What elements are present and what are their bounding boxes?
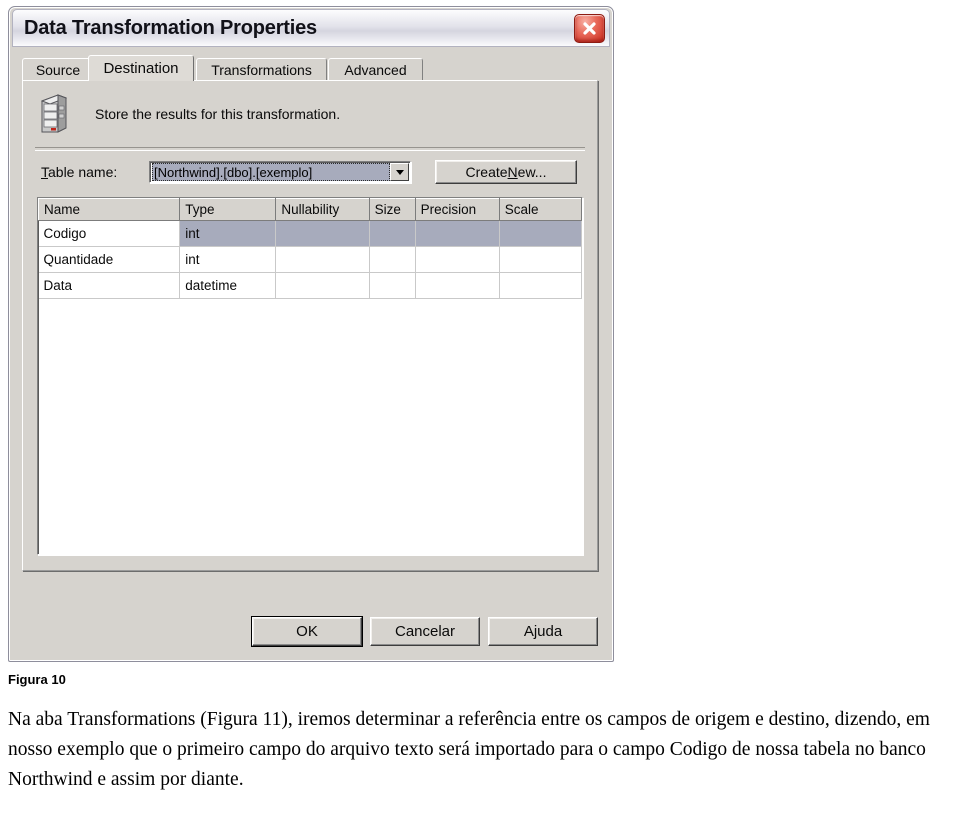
cell-nullability[interactable]	[275, 272, 370, 299]
tab-advanced-label: Advanced	[344, 61, 407, 78]
cancel-button[interactable]: Cancelar	[370, 617, 480, 646]
figure-caption: Figura 10	[8, 672, 66, 687]
column-header-size[interactable]: Size	[368, 198, 416, 221]
destination-description: Store the results for this transformatio…	[95, 106, 341, 122]
cell-precision[interactable]	[415, 246, 500, 273]
cell-type[interactable]: int	[179, 246, 277, 273]
help-button-label: Ajuda	[523, 623, 563, 640]
table-row[interactable]: Data datetime	[38, 272, 582, 299]
tab-source-label: Source	[35, 61, 81, 78]
cell-type[interactable]: int	[179, 220, 277, 247]
columns-table: Name Type Nullability Size Precision Sca…	[38, 198, 582, 299]
cell-size[interactable]	[369, 220, 416, 247]
table-name-label-accel: T	[41, 164, 48, 180]
tab-destination[interactable]: Destination	[88, 55, 194, 81]
help-button[interactable]: Ajuda	[488, 617, 598, 646]
tab-transformations[interactable]: Transformations	[196, 58, 327, 80]
ok-button-label: OK	[296, 623, 318, 640]
column-header-scale[interactable]: Scale	[498, 198, 582, 221]
columns-grid[interactable]: Name Type Nullability Size Precision Sca…	[37, 197, 583, 555]
cell-scale[interactable]	[499, 272, 582, 299]
chevron-down-icon[interactable]	[390, 163, 409, 181]
table-name-row: Table name: [Northwind].[dbo].[exemplo] …	[23, 151, 597, 193]
close-icon[interactable]	[574, 14, 605, 43]
table-name-label: Table name:	[41, 164, 149, 180]
server-icon	[40, 94, 68, 134]
body-paragraph: Na aba Transformations (Figura 11), irem…	[8, 709, 930, 790]
column-header-type[interactable]: Type	[179, 198, 277, 221]
cell-name[interactable]: Codigo	[38, 220, 181, 247]
cell-size[interactable]	[369, 272, 416, 299]
cell-nullability[interactable]	[275, 220, 370, 247]
grid-header-row: Name Type Nullability Size Precision Sca…	[38, 198, 582, 221]
column-header-name[interactable]: Name	[38, 198, 181, 221]
table-row[interactable]: Quantidade int	[38, 246, 582, 273]
cell-name[interactable]: Quantidade	[38, 246, 181, 273]
column-header-precision[interactable]: Precision	[414, 198, 500, 221]
cell-scale[interactable]	[499, 220, 582, 247]
cell-nullability[interactable]	[275, 246, 370, 273]
chevron-down-glyph	[395, 169, 404, 175]
dialog-titlebar[interactable]: Data Transformation Properties	[12, 9, 610, 47]
cell-size[interactable]	[369, 246, 416, 273]
dialog-window-frame: Data Transformation Properties Source De…	[8, 6, 614, 662]
cell-type[interactable]: datetime	[179, 272, 277, 299]
column-header-nullability[interactable]: Nullability	[275, 198, 370, 221]
create-new-suffix: ew...	[517, 164, 547, 180]
tab-transformations-label: Transformations	[211, 61, 312, 78]
tab-source[interactable]: Source	[22, 58, 94, 80]
description-row: Store the results for this transformatio…	[23, 81, 597, 147]
create-new-prefix: Create	[465, 164, 508, 180]
cancel-button-label: Cancelar	[394, 623, 456, 640]
dialog-title: Data Transformation Properties	[24, 16, 317, 39]
create-new-accel: N	[507, 164, 518, 180]
table-name-value[interactable]: [Northwind].[dbo].[exemplo]	[152, 163, 390, 181]
create-new-button[interactable]: Create New...	[435, 160, 577, 184]
tab-advanced[interactable]: Advanced	[328, 58, 423, 80]
destination-tab-page: Store the results for this transformatio…	[22, 80, 598, 571]
document-text-area: Figura 10 Na aba Transformations (Figura…	[8, 672, 952, 795]
cell-precision[interactable]	[415, 272, 500, 299]
tab-destination-label: Destination	[103, 60, 179, 77]
cell-precision[interactable]	[415, 220, 500, 247]
table-name-label-rest: able name:	[48, 164, 118, 180]
cell-name[interactable]: Data	[38, 272, 181, 299]
dialog-body: Source Destination Transformations Advan…	[12, 47, 610, 658]
data-transformation-properties-dialog: Data Transformation Properties Source De…	[8, 6, 614, 662]
ok-button[interactable]: OK	[252, 617, 362, 646]
dialog-button-bar: OK Cancelar Ajuda	[252, 617, 598, 646]
cell-scale[interactable]	[499, 246, 582, 273]
tab-strip: Source Destination Transformations Advan…	[22, 54, 604, 81]
table-row[interactable]: Codigo int	[38, 220, 582, 247]
table-name-combobox[interactable]: [Northwind].[dbo].[exemplo]	[149, 161, 411, 183]
